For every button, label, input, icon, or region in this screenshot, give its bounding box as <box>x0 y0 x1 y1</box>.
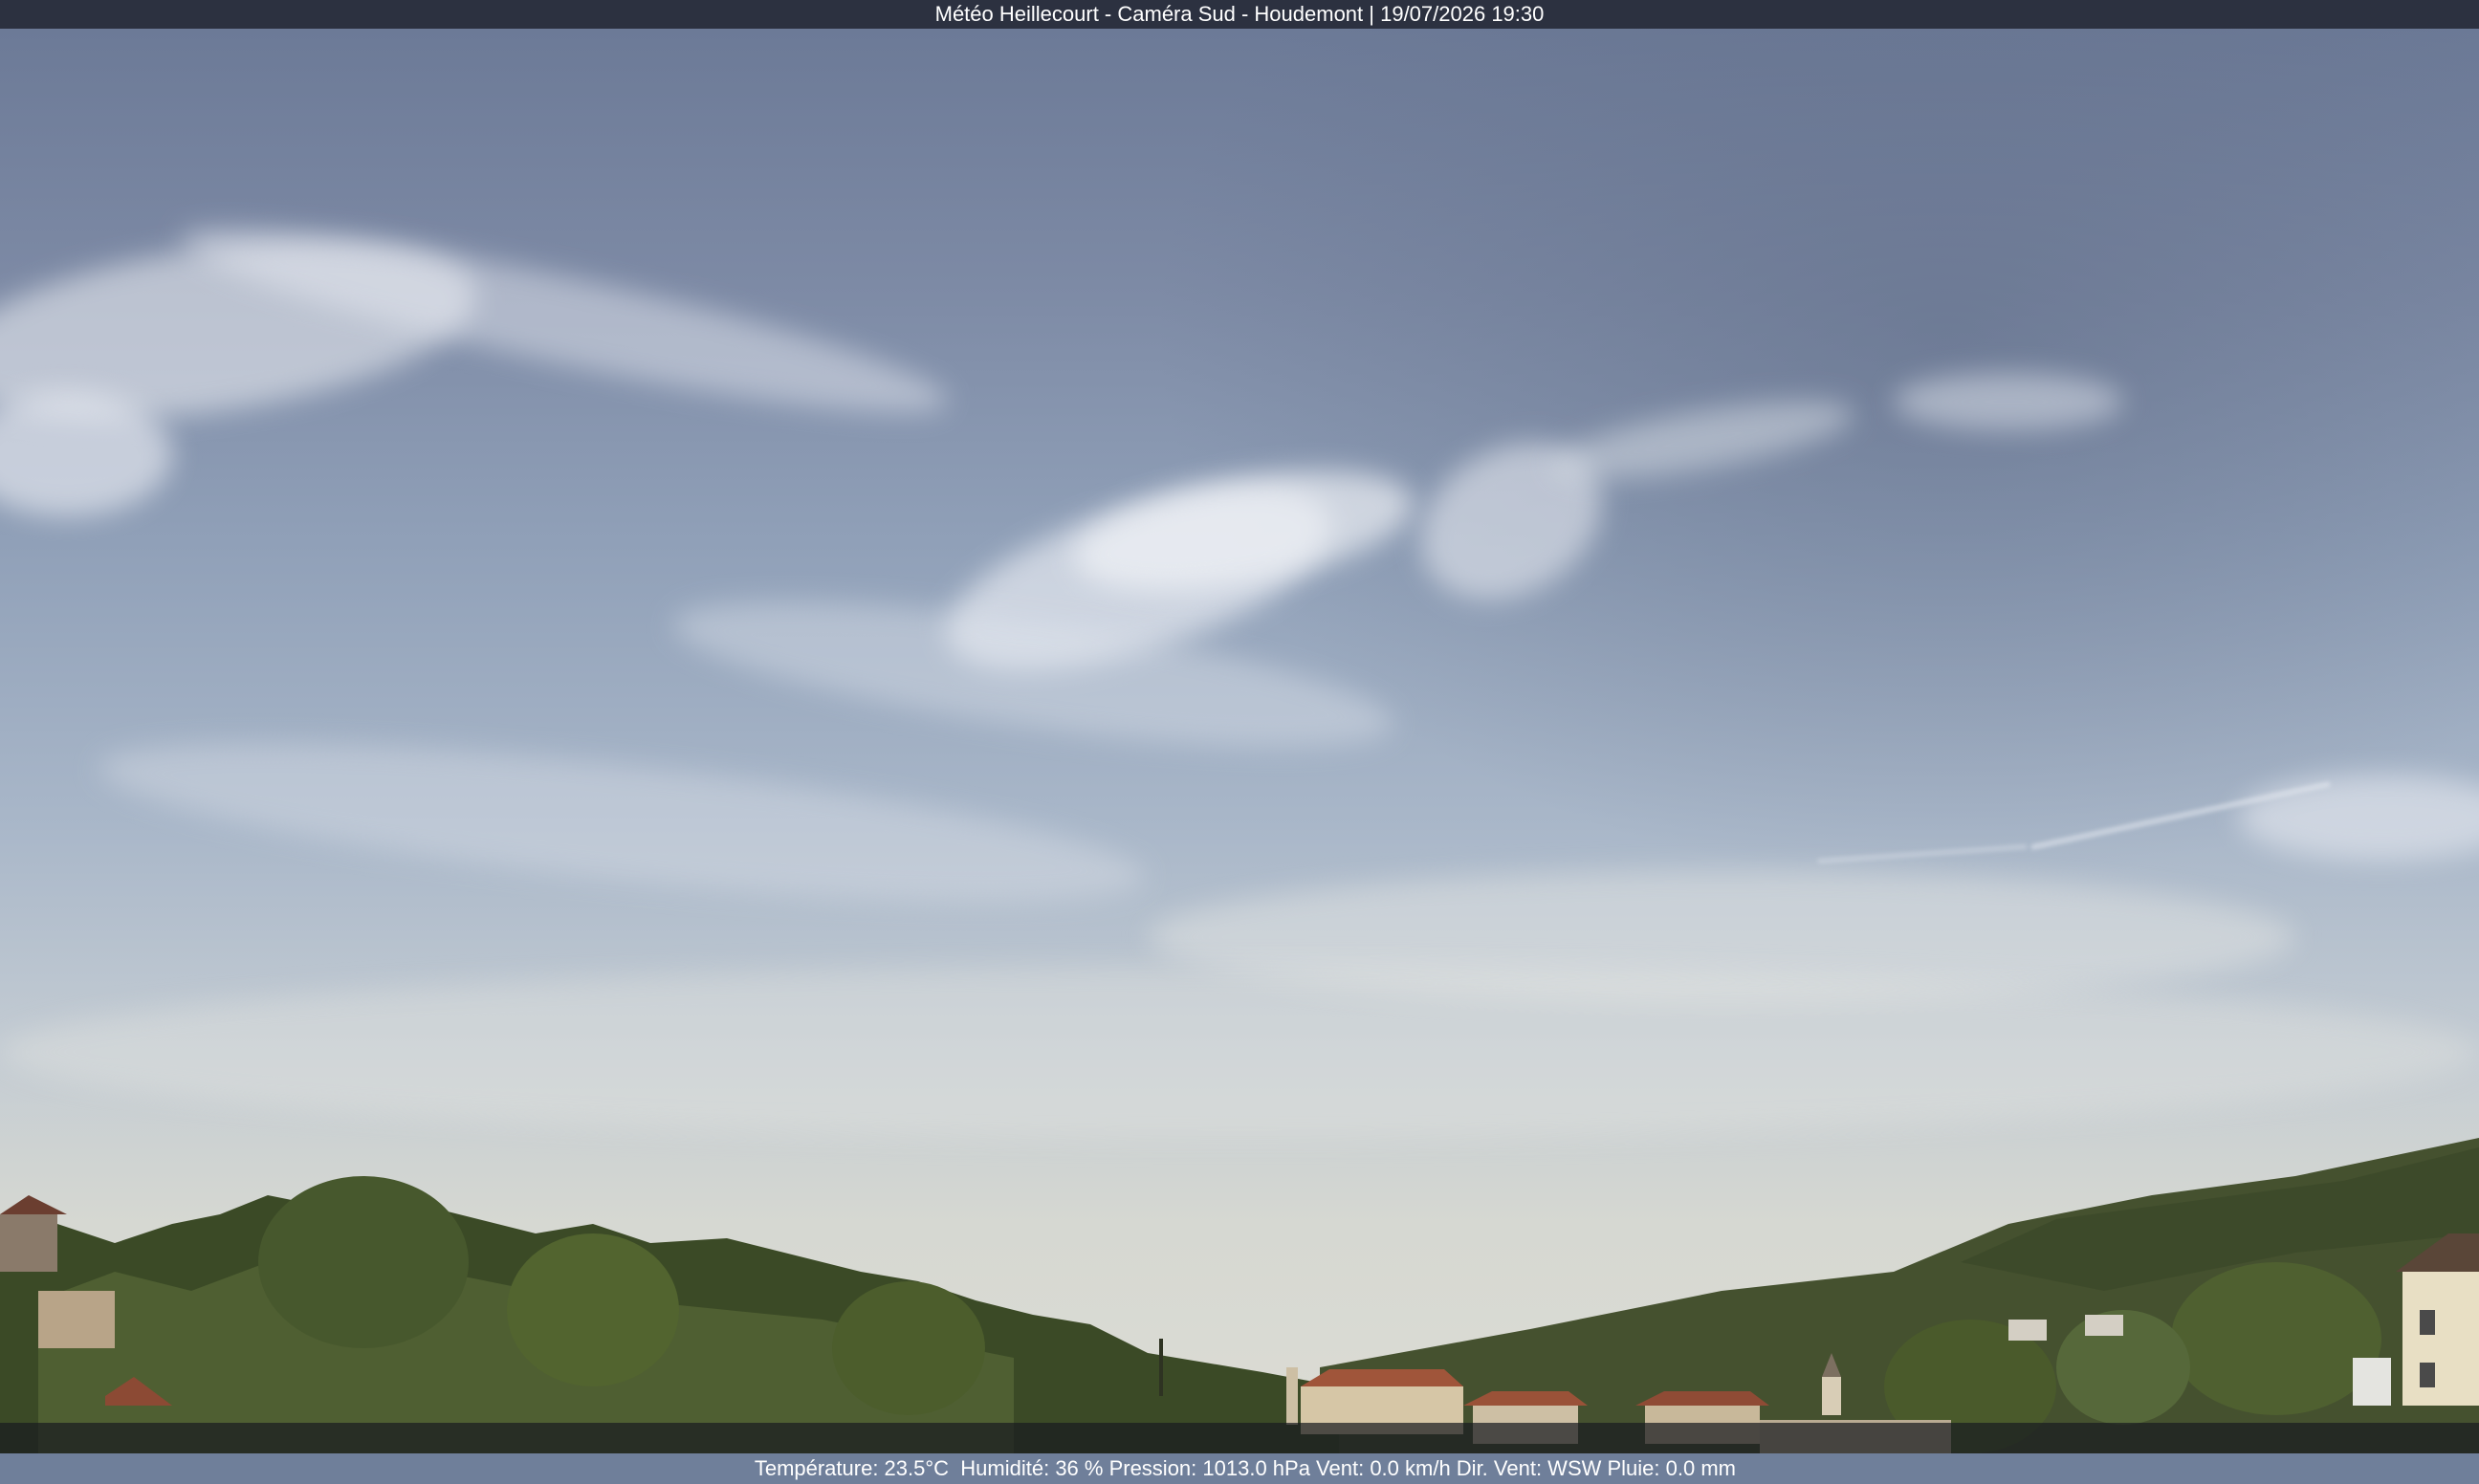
webcam-image <box>0 29 2479 1453</box>
church-tower <box>1822 1377 1841 1415</box>
window <box>2420 1310 2435 1335</box>
house <box>2008 1320 2047 1341</box>
house <box>0 1214 57 1272</box>
webcam-title: Météo Heillecourt - Caméra Sud - Houdemo… <box>934 2 1545 26</box>
house <box>2085 1315 2123 1336</box>
church-tower <box>1286 1367 1298 1425</box>
window <box>2420 1363 2435 1387</box>
roof <box>0 1195 67 1214</box>
weather-readout: Température: 23.5°C Humidité: 36 % Press… <box>754 1456 1736 1480</box>
weather-info-bar: Température: 23.5°C Humidité: 36 % Press… <box>0 1423 2479 1480</box>
antenna <box>1159 1339 1163 1396</box>
tree <box>258 1176 469 1348</box>
tree <box>2171 1262 2381 1415</box>
webcam-title-bar: Météo Heillecourt - Caméra Sud - Houdemo… <box>0 0 2479 29</box>
landscape <box>0 1138 2479 1453</box>
tree <box>507 1233 679 1386</box>
house <box>2353 1358 2391 1406</box>
house-right <box>2402 1272 2479 1406</box>
tree <box>832 1281 985 1415</box>
house <box>38 1291 115 1348</box>
